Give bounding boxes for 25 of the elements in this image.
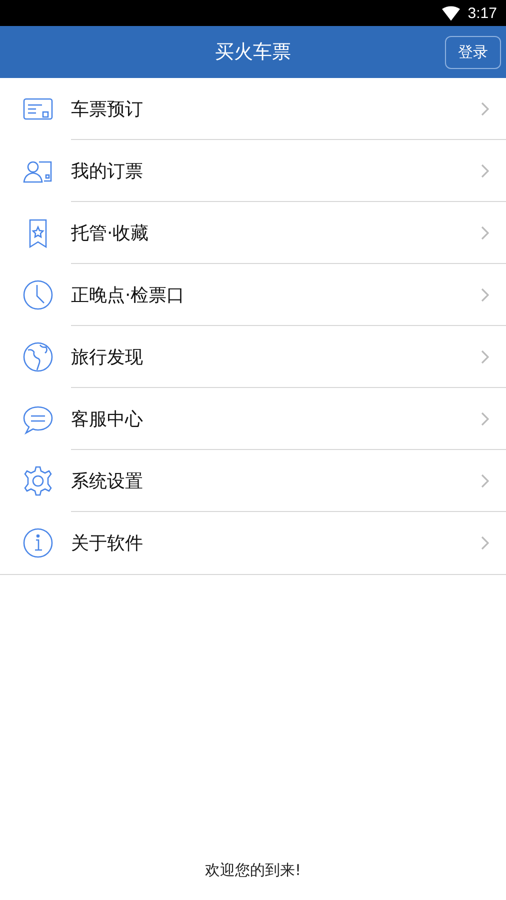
chevron-icon — [481, 288, 489, 302]
menu-item[interactable]: 正晚点·检票口 — [71, 264, 506, 326]
info-icon — [22, 527, 54, 559]
chevron-icon — [481, 412, 489, 426]
page-title: 买火车票 — [215, 40, 291, 65]
gear-icon — [22, 465, 54, 497]
menu-item[interactable]: 关于软件 — [71, 512, 506, 574]
menu-item[interactable]: 系统设置 — [71, 450, 506, 512]
clock-icon — [22, 279, 54, 311]
chevron-icon — [481, 164, 489, 178]
menu-item[interactable]: 我的订票 — [71, 140, 506, 202]
chevron-icon — [481, 536, 489, 550]
welcome-text: 欢迎您的到来! — [204, 861, 301, 881]
globe-icon — [22, 341, 54, 373]
menu-item[interactable]: 托管·收藏 — [71, 202, 506, 264]
wifi-icon — [442, 6, 460, 20]
status-time: 3:17 — [468, 4, 497, 22]
menu-item[interactable]: 车票预订 — [71, 78, 506, 140]
chevron-icon — [481, 226, 489, 240]
chevron-icon — [481, 474, 489, 488]
menu-item[interactable]: 客服中心 — [71, 388, 506, 450]
login-button[interactable]: 登录 — [445, 36, 501, 69]
chevron-icon — [481, 350, 489, 364]
chevron-icon — [481, 102, 489, 116]
menu-item[interactable]: 旅行发现 — [71, 326, 506, 388]
